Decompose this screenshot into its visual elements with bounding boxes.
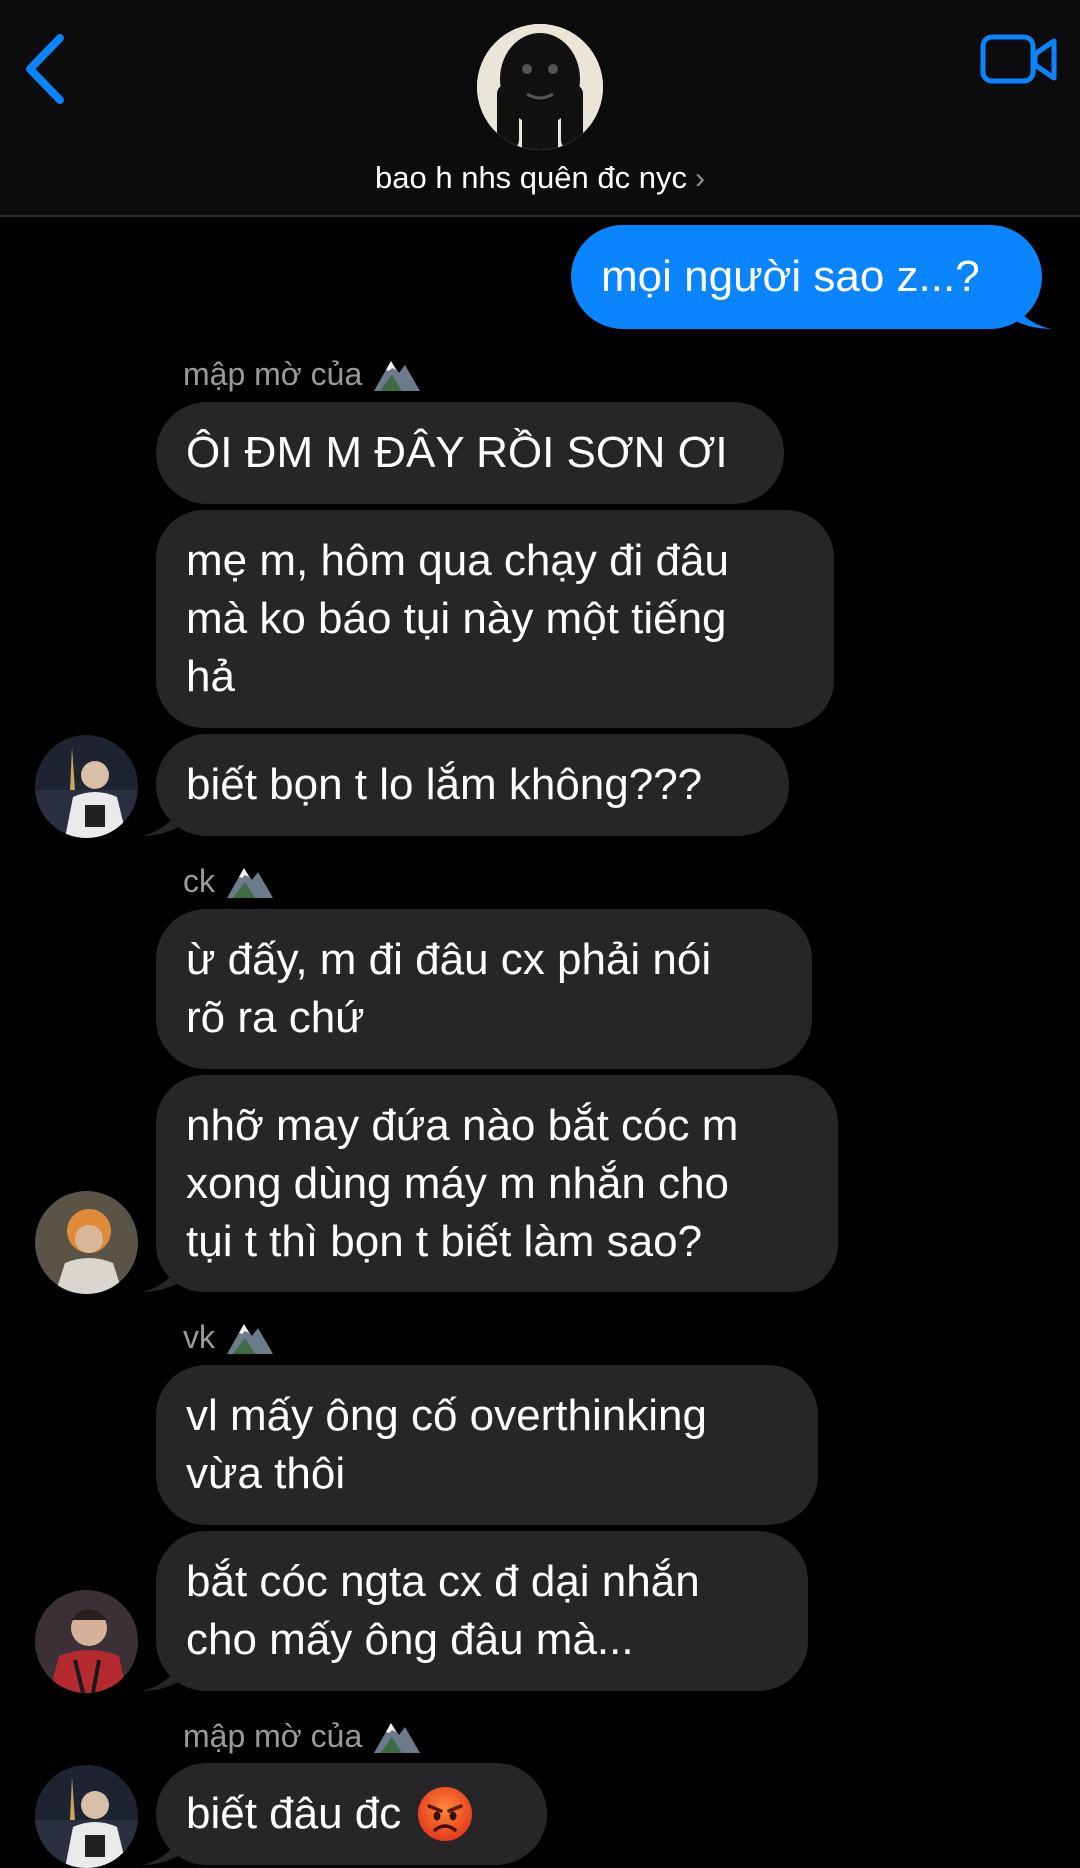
sender-name: mập mờ của bbox=[183, 1717, 422, 1755]
bubble-tail bbox=[142, 1831, 182, 1865]
incoming-message[interactable]: vl mấy ông cố overthinking vừa thôi bbox=[156, 1365, 818, 1525]
group-photo bbox=[477, 24, 603, 150]
bubble-tail bbox=[1010, 295, 1052, 329]
incoming-message[interactable]: mẹ m, hôm qua chạy đi đâu mà ko báo tụi … bbox=[156, 510, 834, 728]
avatar-photo bbox=[35, 1765, 138, 1868]
group-title-link[interactable]: bao h nhs quên đc nyc › bbox=[0, 160, 1080, 196]
bubble-tail bbox=[142, 802, 182, 836]
video-camera-icon bbox=[980, 34, 1057, 84]
mountain-icon bbox=[227, 1324, 273, 1354]
bubble-tail bbox=[142, 1657, 182, 1691]
avatar[interactable] bbox=[35, 1765, 138, 1868]
incoming-message[interactable]: biết đâu đc bbox=[156, 1763, 547, 1865]
avatar-photo bbox=[35, 735, 138, 838]
incoming-message[interactable]: ừ đấy, m đi đâu cx phải nói rõ ra chứ bbox=[156, 909, 812, 1069]
group-name: bao h nhs quên đc nyc bbox=[375, 160, 687, 195]
mountain-icon bbox=[374, 361, 421, 391]
incoming-message[interactable]: nhỡ may đứa nào bắt cóc m xong dùng máy … bbox=[156, 1075, 838, 1292]
pouting-face-icon bbox=[418, 1787, 473, 1841]
group-avatar[interactable] bbox=[477, 24, 603, 150]
incoming-message[interactable]: biết bọn t lo lắm không??? bbox=[156, 734, 789, 836]
chevron-left-icon bbox=[26, 34, 64, 104]
avatar[interactable] bbox=[35, 1191, 138, 1294]
chat-header: bao h nhs quên đc nyc › bbox=[0, 0, 1080, 217]
avatar-photo bbox=[35, 1590, 138, 1693]
outgoing-message[interactable]: mọi người sao z...? bbox=[571, 225, 1042, 329]
bubble-tail bbox=[142, 1258, 182, 1292]
back-button[interactable] bbox=[22, 32, 72, 107]
sender-name: ck bbox=[183, 862, 275, 900]
avatar[interactable] bbox=[35, 735, 138, 838]
sender-name: vk bbox=[183, 1318, 275, 1356]
avatar[interactable] bbox=[35, 1590, 138, 1693]
avatar-photo bbox=[35, 1191, 138, 1294]
mountain-icon bbox=[374, 1723, 421, 1753]
sender-name: mập mờ của bbox=[183, 355, 422, 393]
incoming-message[interactable]: bắt cóc ngta cx đ dại nhắn cho mấy ông đ… bbox=[156, 1531, 808, 1691]
mountain-icon bbox=[227, 868, 273, 898]
chevron-right-icon: › bbox=[694, 162, 705, 195]
incoming-message[interactable]: ÔI ĐM M ĐÂY RỒI SƠN ƠI bbox=[156, 402, 784, 504]
video-call-button[interactable] bbox=[980, 32, 1058, 88]
